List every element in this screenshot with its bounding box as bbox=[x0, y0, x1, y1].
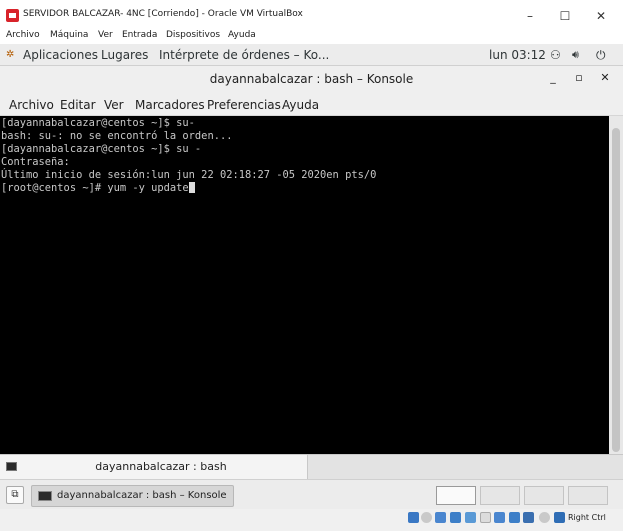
cpu-icon[interactable] bbox=[523, 512, 534, 523]
konsole-title-bar: dayannabalcazar : bash – Konsole _ ▫ ✕ bbox=[0, 66, 623, 93]
workspace-4[interactable] bbox=[568, 486, 608, 505]
tab-label: dayannabalcazar : bash bbox=[95, 460, 227, 473]
places-menu[interactable]: Lugares bbox=[101, 48, 148, 62]
terminal-line: Último inicio de sesión:lun jun 22 02:18… bbox=[1, 169, 377, 181]
terminal-output[interactable]: [dayannabalcazar@centos ~]$ su- bash: su… bbox=[0, 116, 609, 454]
konsole-window-title: dayannabalcazar : bash – Konsole bbox=[209, 72, 414, 86]
shared-folders-icon[interactable] bbox=[480, 512, 491, 523]
gnome-bottom-panel: ⧉ dayannabalcazar : bash – Konsole bbox=[0, 479, 623, 509]
scrollbar-thumb[interactable] bbox=[612, 128, 620, 452]
vbox-title-bar: SERVIDOR BALCAZAR- 4NC [Corriendo] - Ora… bbox=[0, 4, 623, 28]
vbox-menu-entrada[interactable]: Entrada bbox=[122, 30, 157, 40]
vbox-close-button[interactable]: ✕ bbox=[584, 6, 618, 26]
text-cursor bbox=[188, 182, 195, 193]
usb-icon[interactable] bbox=[465, 512, 476, 523]
gnome-top-bar: ✲ Aplicaciones Lugares Intérprete de órd… bbox=[0, 44, 623, 66]
terminal-line: [dayannabalcazar@centos ~]$ su - bbox=[1, 143, 202, 155]
konsole-menu-editar[interactable]: Editar bbox=[60, 98, 96, 112]
konsole-minimize-button[interactable]: _ bbox=[545, 71, 561, 87]
vbox-window-title: SERVIDOR BALCAZAR- 4NC [Corriendo] - Ora… bbox=[23, 9, 303, 19]
host-key-label: Right Ctrl bbox=[568, 513, 606, 522]
workspace-3[interactable] bbox=[524, 486, 564, 505]
konsole-menu-ayuda[interactable]: Ayuda bbox=[282, 98, 319, 112]
power-icon[interactable]: ⏻ bbox=[596, 48, 606, 63]
vbox-menu-archivo[interactable]: Archivo bbox=[6, 30, 40, 40]
optical-drive-icon[interactable] bbox=[421, 512, 432, 523]
terminal-line: bash: su-: no se encontró la orden... bbox=[1, 130, 233, 142]
active-window-indicator[interactable]: Intérprete de órdenes – Ko... bbox=[159, 48, 329, 62]
konsole-menu-bar: Archivo Editar Ver Marcadores Preferenci… bbox=[0, 93, 623, 116]
konsole-menu-ver[interactable]: Ver bbox=[104, 98, 124, 112]
volume-icon[interactable]: 🔊︎ bbox=[572, 48, 579, 62]
tab-bash[interactable]: dayannabalcazar : bash bbox=[0, 455, 308, 479]
konsole-close-button[interactable]: ✕ bbox=[597, 71, 613, 87]
terminal-prompt-line: [root@centos ~]# yum -y update bbox=[1, 182, 195, 195]
terminal-line: [dayannabalcazar@centos ~]$ su- bbox=[1, 117, 195, 129]
konsole-menu-archivo[interactable]: Archivo bbox=[9, 98, 54, 112]
vbox-menu-ayuda[interactable]: Ayuda bbox=[228, 30, 256, 40]
workspace-1[interactable] bbox=[436, 486, 476, 505]
konsole-tab-bar: dayannabalcazar : bash bbox=[0, 454, 623, 479]
show-desktop-icon[interactable]: ⧉ bbox=[6, 486, 24, 504]
terminal-line: Contraseña: bbox=[1, 156, 70, 168]
vbox-maximize-button[interactable]: ☐ bbox=[548, 6, 582, 26]
konsole-menu-preferencias[interactable]: Preferencias bbox=[207, 98, 281, 112]
mouse-integration-icon[interactable] bbox=[539, 512, 550, 523]
keyboard-capture-icon[interactable] bbox=[554, 512, 565, 523]
vbox-menu-ver[interactable]: Ver bbox=[98, 30, 113, 40]
konsole-menu-marcadores[interactable]: Marcadores bbox=[135, 98, 205, 112]
virtualbox-logo-icon bbox=[6, 9, 19, 22]
network-adapter-icon[interactable] bbox=[450, 512, 461, 523]
vbox-menu-bar: Archivo Máquina Ver Entrada Dispositivos… bbox=[0, 28, 623, 44]
terminal-scrollbar[interactable] bbox=[609, 116, 623, 454]
taskbar-item-label: dayannabalcazar : bash – Konsole bbox=[57, 490, 227, 501]
terminal-current-command: [root@centos ~]# yum -y update bbox=[1, 182, 189, 194]
vbox-status-bar: Right Ctrl bbox=[0, 509, 623, 531]
workspace-2[interactable] bbox=[480, 486, 520, 505]
hard-disk-icon[interactable] bbox=[408, 512, 419, 523]
clock[interactable]: lun 03:12 bbox=[489, 48, 546, 62]
vbox-minimize-button[interactable]: – bbox=[513, 6, 547, 26]
network-icon[interactable]: ⚇ bbox=[550, 48, 561, 62]
taskbar-item-konsole[interactable]: dayannabalcazar : bash – Konsole bbox=[31, 485, 234, 507]
applications-menu[interactable]: Aplicaciones bbox=[23, 48, 98, 62]
audio-icon[interactable] bbox=[435, 512, 446, 523]
display-icon[interactable] bbox=[494, 512, 505, 523]
applications-icon: ✲ bbox=[6, 49, 15, 60]
vbox-menu-dispositivos[interactable]: Dispositivos bbox=[166, 30, 220, 40]
konsole-maximize-button[interactable]: ▫ bbox=[571, 71, 587, 87]
recording-icon[interactable] bbox=[509, 512, 520, 523]
vbox-menu-maquina[interactable]: Máquina bbox=[50, 30, 88, 40]
terminal-icon bbox=[38, 491, 52, 501]
